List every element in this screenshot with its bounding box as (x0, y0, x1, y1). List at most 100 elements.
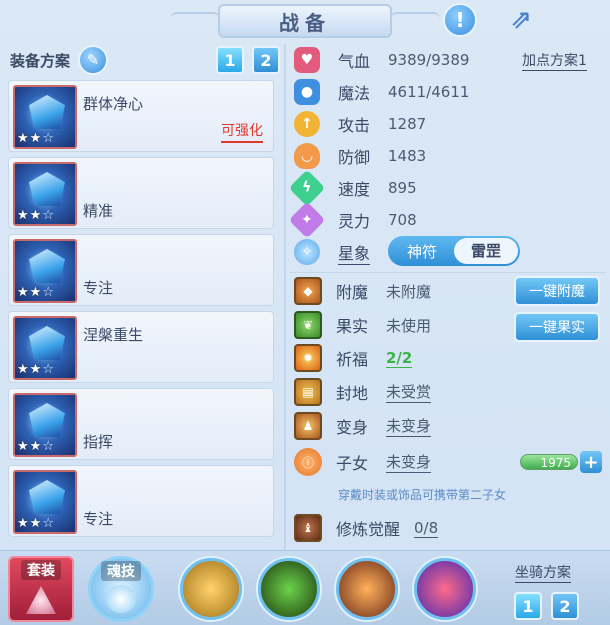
divider (290, 272, 606, 273)
toggle-option-leigang[interactable]: 雷罡 (454, 238, 518, 264)
equipment-slot[interactable]: ★ ★ ☆ 指挥 (8, 388, 274, 460)
tab-label: 套装 (21, 560, 61, 580)
status-fruit: ❦ 果实 未使用 (294, 310, 431, 340)
tab-soul-skill[interactable]: 魂技 (88, 556, 154, 622)
status-cultivation: ♝ 修炼觉醒 0/8 (294, 513, 439, 543)
stat-value: 9389/9389 (388, 51, 470, 69)
stat-value: 895 (388, 179, 417, 197)
equipment-icon: ★ ★ ☆ (13, 393, 77, 457)
tab-outfit[interactable]: 套装 (8, 556, 74, 622)
star-rating: ★ ★ ☆ (17, 131, 54, 146)
status-blessing: ✹ 祈福 2/2 (294, 343, 413, 373)
mount-scheme-label: 坐骑方案 (515, 562, 571, 583)
info-icon[interactable]: ! (443, 3, 477, 37)
stat-value: 708 (388, 211, 417, 229)
equipment-slot[interactable]: ★ ★ ☆ 精准 (8, 157, 274, 229)
status-label: 修炼觉醒 (336, 520, 401, 539)
status-label: 封地 (336, 384, 369, 403)
title-ornament-right (390, 12, 440, 26)
status-value[interactable]: 未变身 (386, 415, 432, 437)
plus-icon[interactable]: + (580, 451, 602, 473)
equipment-name: 专注 (83, 510, 114, 528)
status-label: 果实 (336, 317, 369, 336)
heart-icon: ♥ (294, 47, 320, 73)
status-value[interactable]: 未受赏 (386, 381, 432, 403)
stat-label: 速度 (338, 180, 371, 199)
share-icon[interactable]: ⇗ (504, 3, 538, 37)
stat-speed: ϟ 速度 895 (288, 169, 417, 207)
stat-label: 攻击 (338, 116, 371, 135)
enchant-icon: ◆ (294, 277, 322, 305)
mount-tab-2[interactable]: 2 (551, 592, 579, 620)
stat-hp: ♥ 气血 9389/9389 (294, 45, 469, 75)
edit-icon[interactable]: ✎ (78, 45, 109, 75)
equipment-name: 指挥 (83, 433, 114, 451)
equipment-slot[interactable]: ★ ★ ☆ 群体净心 可强化 (8, 80, 274, 152)
tab-label: 魂技 (101, 561, 141, 581)
equipment-slot[interactable]: ★ ★ ☆ 涅槃重生 (8, 311, 274, 383)
stat-mp: ● 魔法 4611/4611 (294, 77, 469, 107)
status-value: 未使用 (386, 316, 432, 335)
mount-tab-1[interactable]: 1 (514, 592, 542, 620)
equipment-icon: ★ ★ ☆ (13, 85, 77, 149)
one-click-enchant-button[interactable]: 一键附魔 (514, 276, 600, 306)
status-enchant: ◆ 附魔 未附魔 (294, 276, 431, 306)
shield-icon: ◡ (294, 143, 320, 169)
equip-scheme-label: 装备方案 (10, 51, 71, 70)
stat-label: 防御 (338, 148, 371, 167)
equipment-name: 精准 (83, 202, 114, 220)
skill-icon (106, 585, 136, 613)
scheme-tab-1[interactable]: 1 (216, 46, 244, 74)
mount-slot-3[interactable] (336, 558, 398, 620)
pagoda-icon (26, 586, 56, 614)
one-click-fruit-button[interactable]: 一键果实 (514, 312, 600, 342)
page-title: 战备 (279, 10, 331, 35)
equipment-list: ★ ★ ☆ 群体净心 可强化 ★ ★ ☆ 精准 ★ ★ ☆ 专注 ★ ★ ☆ 涅槃重生 ★ ★ ☆ … (8, 80, 274, 542)
equipment-slot[interactable]: ★ ★ ☆ 专注 (8, 234, 274, 306)
fief-icon: ▤ (294, 378, 322, 406)
status-value[interactable]: 0/8 (414, 519, 439, 538)
mount-slot-4[interactable] (414, 558, 476, 620)
stat-defense: ◡ 防御 1483 (294, 141, 426, 171)
equipment-slot[interactable]: ★ ★ ☆ 专注 (8, 465, 274, 537)
stat-spirit: ✦ 灵力 708 (288, 201, 417, 239)
status-fief: ▤ 封地 未受赏 (294, 377, 432, 407)
stat-attack: ↑ 攻击 1287 (294, 109, 426, 139)
title-bar: 战备 (218, 4, 392, 38)
point-plan-link[interactable]: 加点方案1 (522, 50, 587, 71)
fruit-icon: ❦ (294, 311, 322, 339)
status-value[interactable]: 未变身 (386, 451, 432, 473)
status-label: 变身 (336, 418, 369, 437)
mount-slot-2[interactable] (258, 558, 320, 620)
equipment-icon: ★ ★ ☆ (13, 316, 77, 380)
star-rating: ★ ★ ☆ (17, 516, 54, 531)
toggle-option-shenfu[interactable]: 神符 (390, 241, 454, 262)
status-label: 附魔 (336, 283, 369, 302)
enhance-link[interactable]: 可强化 (221, 120, 263, 143)
star-row: ✧ 星象 (294, 237, 371, 267)
star-toggle[interactable]: 神符 雷罡 (388, 236, 520, 266)
status-transform: ♟ 变身 未变身 (294, 411, 432, 441)
speed-icon: ϟ (288, 169, 326, 207)
scheme-tab-2[interactable]: 2 (252, 46, 280, 74)
spirit-icon: ✦ (288, 201, 326, 239)
equipment-icon: ★ ★ ☆ (13, 239, 77, 303)
mount-slot-1[interactable] (180, 558, 242, 620)
equipment-name: 专注 (83, 279, 114, 297)
attack-icon: ↑ (294, 111, 320, 137)
star-rating: ★ ★ ☆ (17, 285, 54, 300)
status-value: 2/2 (386, 348, 413, 368)
counter-widget: 1975 + (520, 451, 602, 473)
star-label[interactable]: 星象 (338, 240, 371, 265)
status-value: 未附魔 (386, 282, 432, 301)
equipment-name: 涅槃重生 (83, 326, 144, 344)
equipment-name: 群体净心 (83, 95, 144, 113)
stat-value: 1287 (388, 115, 427, 133)
star-sign-icon: ✧ (294, 239, 320, 265)
stat-label: 灵力 (338, 212, 371, 231)
equip-scheme-header: 装备方案 ✎ 1 2 (10, 44, 280, 76)
stat-value: 1483 (388, 147, 427, 165)
star-rating: ★ ★ ☆ (17, 439, 54, 454)
status-label: 祈福 (336, 350, 369, 369)
equipment-icon: ★ ★ ☆ (13, 470, 77, 534)
